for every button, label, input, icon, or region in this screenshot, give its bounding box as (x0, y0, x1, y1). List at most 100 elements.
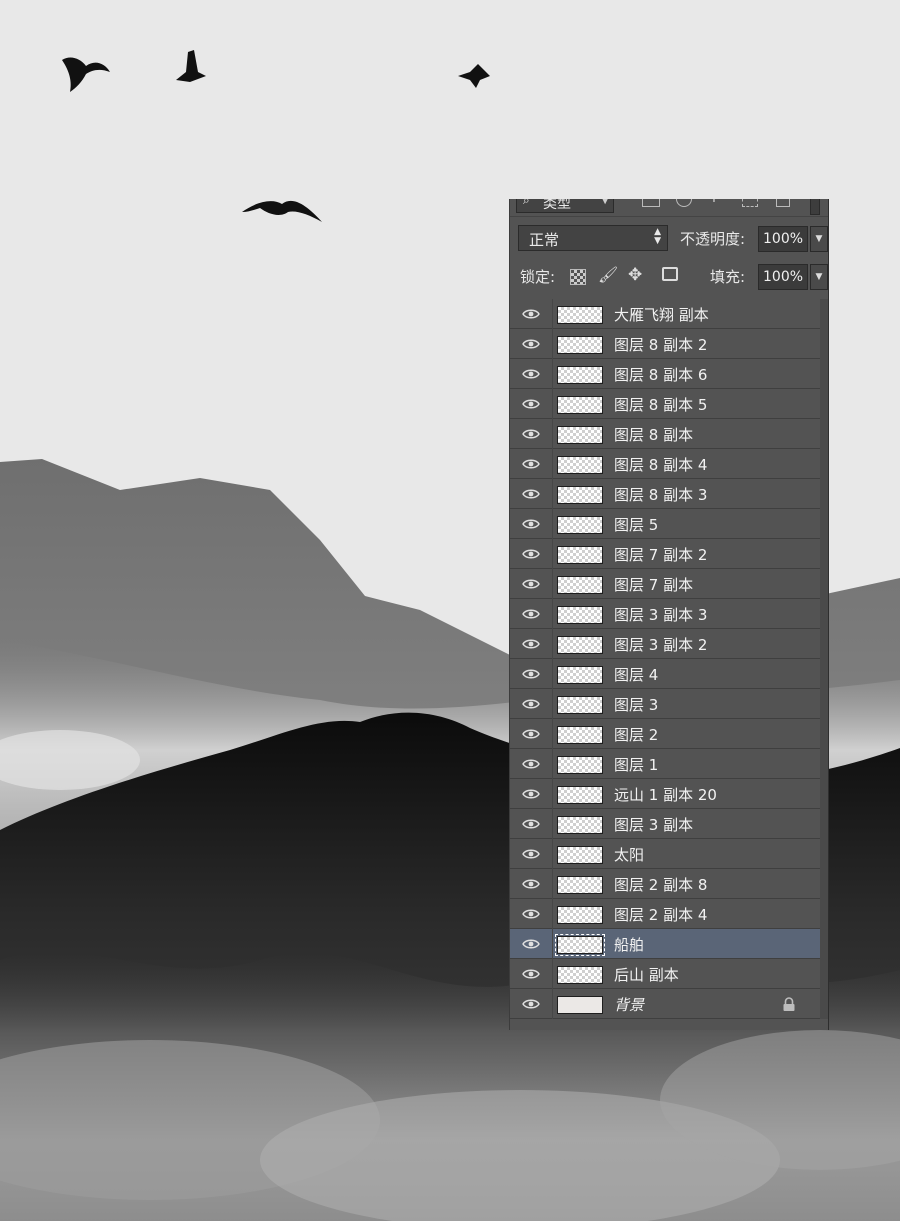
filter-adjustment-icon[interactable] (676, 199, 692, 207)
visibility-eye-icon[interactable] (522, 428, 540, 440)
filter-toggle[interactable] (810, 199, 820, 215)
filter-shape-icon[interactable] (742, 199, 758, 207)
layer-row[interactable]: 图层 7 副本 2 (510, 539, 820, 569)
layer-row[interactable]: 图层 8 副本 2 (510, 329, 820, 359)
visibility-eye-icon[interactable] (522, 788, 540, 800)
layer-row[interactable]: 图层 2 副本 4 (510, 899, 820, 929)
layer-thumbnail[interactable] (557, 846, 603, 864)
layer-row[interactable]: 图层 3 副本 (510, 809, 820, 839)
visibility-eye-icon[interactable] (522, 878, 540, 890)
layer-name[interactable]: 图层 3 副本 (614, 814, 693, 835)
layer-row[interactable]: 背景 (510, 989, 820, 1019)
layer-thumbnail[interactable] (557, 516, 603, 534)
layer-row[interactable]: 图层 4 (510, 659, 820, 689)
layer-thumbnail[interactable] (557, 816, 603, 834)
layer-thumbnail[interactable] (557, 876, 603, 894)
layer-name[interactable]: 图层 8 副本 3 (614, 484, 707, 505)
layer-thumbnail[interactable] (557, 756, 603, 774)
layer-thumbnail[interactable] (557, 906, 603, 924)
layer-thumbnail[interactable] (557, 366, 603, 384)
visibility-eye-icon[interactable] (522, 578, 540, 590)
visibility-eye-icon[interactable] (522, 668, 540, 680)
layer-name[interactable]: 图层 8 副本 5 (614, 394, 707, 415)
lock-brush-icon[interactable]: 🖌 (598, 265, 618, 284)
layer-thumbnail[interactable] (557, 426, 603, 444)
lock-all-icon[interactable] (662, 267, 678, 281)
layer-row[interactable]: 图层 3 副本 2 (510, 629, 820, 659)
filter-kind-dropdown[interactable]: ⌕ 类型 ▼ (516, 199, 614, 213)
lock-move-icon[interactable]: ✥ (628, 265, 642, 285)
layer-name[interactable]: 图层 2 副本 4 (614, 904, 707, 925)
visibility-eye-icon[interactable] (522, 728, 540, 740)
layer-row[interactable]: 图层 5 (510, 509, 820, 539)
layer-row[interactable]: 后山 副本 (510, 959, 820, 989)
layer-name[interactable]: 图层 3 (614, 694, 658, 715)
visibility-eye-icon[interactable] (522, 968, 540, 980)
layer-name[interactable]: 图层 7 副本 (614, 574, 693, 595)
layer-name[interactable]: 图层 7 副本 2 (614, 544, 707, 565)
layer-name[interactable]: 图层 5 (614, 514, 658, 535)
layer-row[interactable]: 图层 7 副本 (510, 569, 820, 599)
filter-type-icon[interactable]: T (710, 199, 718, 206)
layer-thumbnail[interactable] (557, 696, 603, 714)
visibility-eye-icon[interactable] (522, 458, 540, 470)
layer-name[interactable]: 后山 副本 (614, 964, 679, 985)
layer-row[interactable]: 图层 8 副本 3 (510, 479, 820, 509)
layer-name[interactable]: 图层 3 副本 2 (614, 634, 707, 655)
layer-row[interactable]: 图层 3 副本 3 (510, 599, 820, 629)
visibility-eye-icon[interactable] (522, 638, 540, 650)
layer-row[interactable]: 图层 3 (510, 689, 820, 719)
visibility-eye-icon[interactable] (522, 548, 540, 560)
layer-thumbnail[interactable] (557, 456, 603, 474)
layer-name[interactable]: 大雁飞翔 副本 (614, 304, 709, 325)
layer-name[interactable]: 图层 4 (614, 664, 658, 685)
layer-thumbnail[interactable] (557, 396, 603, 414)
layer-thumbnail[interactable] (557, 336, 603, 354)
layer-row[interactable]: 图层 8 副本 4 (510, 449, 820, 479)
visibility-eye-icon[interactable] (522, 338, 540, 350)
layer-row[interactable]: 图层 8 副本 (510, 419, 820, 449)
layer-thumbnail[interactable] (557, 306, 603, 324)
layer-row[interactable]: 远山 1 副本 20 (510, 779, 820, 809)
layer-thumbnail[interactable] (557, 726, 603, 744)
visibility-eye-icon[interactable] (522, 818, 540, 830)
layer-name[interactable]: 图层 2 (614, 724, 658, 745)
layer-thumbnail[interactable] (557, 786, 603, 804)
visibility-eye-icon[interactable] (522, 848, 540, 860)
filter-smartobject-icon[interactable] (776, 199, 790, 207)
layer-thumbnail[interactable] (557, 546, 603, 564)
visibility-eye-icon[interactable] (522, 488, 540, 500)
visibility-eye-icon[interactable] (522, 998, 540, 1010)
layer-name[interactable]: 图层 2 副本 8 (614, 874, 707, 895)
layer-name[interactable]: 远山 1 副本 20 (614, 784, 717, 805)
layer-name[interactable]: 图层 8 副本 (614, 424, 693, 445)
visibility-eye-icon[interactable] (522, 938, 540, 950)
layer-thumbnail[interactable] (557, 636, 603, 654)
layer-row[interactable]: 大雁飞翔 副本 (510, 299, 820, 329)
layer-row[interactable]: 太阳 (510, 839, 820, 869)
layer-row[interactable]: 图层 2 副本 8 (510, 869, 820, 899)
fill-slider-button[interactable]: ▼ (810, 264, 828, 290)
lock-transparent-icon[interactable] (570, 269, 586, 285)
layer-name[interactable]: 图层 8 副本 6 (614, 364, 707, 385)
layer-thumbnail[interactable] (555, 934, 605, 956)
visibility-eye-icon[interactable] (522, 758, 540, 770)
layer-name[interactable]: 图层 8 副本 2 (614, 334, 707, 355)
layer-thumbnail[interactable] (557, 666, 603, 684)
layer-name[interactable]: 图层 8 副本 4 (614, 454, 707, 475)
layer-thumbnail[interactable] (557, 606, 603, 624)
layer-thumbnail[interactable] (557, 486, 603, 504)
layer-name[interactable]: 图层 1 (614, 754, 658, 775)
opacity-input[interactable]: 100% (758, 226, 808, 252)
visibility-eye-icon[interactable] (522, 908, 540, 920)
layer-name[interactable]: 太阳 (614, 844, 644, 865)
layer-thumbnail[interactable] (557, 576, 603, 594)
visibility-eye-icon[interactable] (522, 698, 540, 710)
visibility-eye-icon[interactable] (522, 368, 540, 380)
layer-thumbnail[interactable] (557, 996, 603, 1014)
visibility-eye-icon[interactable] (522, 398, 540, 410)
opacity-slider-button[interactable]: ▼ (810, 226, 828, 252)
blend-mode-dropdown[interactable]: 正常 ▲ ▼ (518, 225, 668, 251)
layer-row[interactable]: 图层 8 副本 5 (510, 389, 820, 419)
layers-scrollbar[interactable] (820, 299, 828, 1019)
